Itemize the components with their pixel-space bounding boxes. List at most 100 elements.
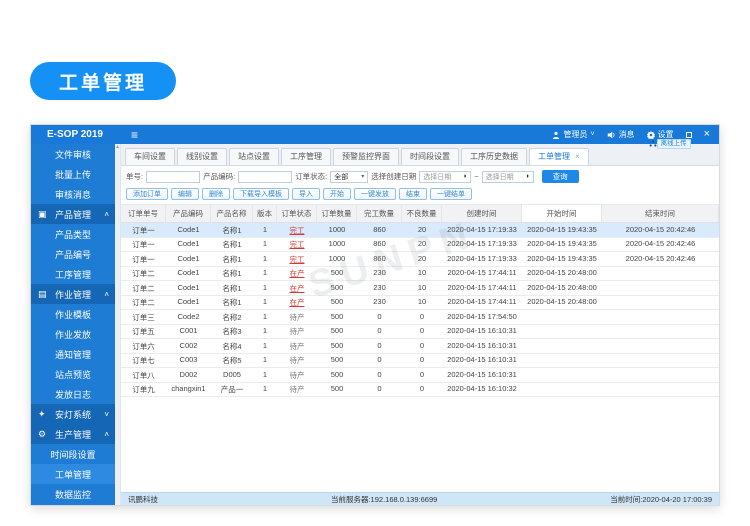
sidebar-item-生产管理[interactable]: ⚙生产管理˄ — [31, 424, 115, 444]
date-from-input[interactable]: 选择日期 ◗ — [419, 171, 471, 183]
toolbar-button-下载导入模板[interactable]: 下载导入模板 — [233, 188, 289, 200]
tab-工序历史数据[interactable]: 工序历史数据 — [461, 148, 527, 165]
restore-window-button[interactable] — [686, 132, 692, 138]
close-tab-icon[interactable]: × — [575, 153, 580, 161]
cell: 20 — [402, 252, 442, 266]
calendar-icon[interactable]: ◗ — [463, 173, 467, 180]
cell: 2020-04-15 17:44:11 — [442, 296, 522, 310]
toolbar-button-一键结单[interactable]: 一键结单 — [430, 188, 472, 200]
sidebar-item-工序管理[interactable]: 工序管理 — [31, 264, 115, 284]
sidebar-item-站点预览[interactable]: 站点预览 — [31, 364, 115, 384]
table-row[interactable]: 订单一Code1名称11完工1000860202020-04-15 17:19:… — [121, 252, 719, 267]
sidebar-item-发放日志[interactable]: 发放日志 — [31, 384, 115, 404]
job-doc-icon: ▤ — [38, 289, 47, 300]
column-header-开始时间[interactable]: 开始时间 — [522, 205, 602, 222]
table-row[interactable]: 订单九changxin1产品一1待产500002020-04-15 16:10:… — [121, 383, 719, 398]
hamburger-menu-icon[interactable]: ≡ — [131, 129, 138, 141]
close-window-button[interactable]: × — [704, 129, 710, 140]
column-header-订单单号[interactable]: 订单单号 — [121, 205, 166, 222]
sidebar-item-label: 站点预览 — [55, 368, 91, 381]
sidebar-item-通知管理[interactable]: 通知管理 — [31, 344, 115, 364]
calendar-icon[interactable]: ◗ — [525, 173, 529, 180]
sidebar-item-安灯系统[interactable]: ✦安灯系统˅ — [31, 404, 115, 424]
sidebar-item-label: 工序管理 — [55, 268, 91, 281]
sidebar-item-审核消息[interactable]: 审核消息 — [31, 184, 115, 204]
tab-工序管理[interactable]: 工序管理 — [281, 148, 331, 165]
andon-lamp-icon: ✦ — [38, 409, 46, 420]
table-row[interactable]: 订单三Code2名称21待产500002020-04-15 17:54:50 — [121, 310, 719, 325]
sidebar-item-工序历史数据[interactable]: 工序历史数据 — [31, 504, 115, 505]
tab-线别设置[interactable]: 线别设置 — [177, 148, 227, 165]
cell: 订单五 — [121, 325, 166, 339]
tab-车间设置[interactable]: 车间设置 — [125, 148, 175, 165]
order-status-select[interactable]: 全部 ▾ — [330, 171, 368, 183]
column-header-产品名称[interactable]: 产品名称 — [211, 205, 253, 222]
cell: 待产 — [277, 310, 317, 324]
tab-预警监控界面[interactable]: 预警监控界面 — [333, 148, 399, 165]
scroll-up-icon[interactable]: ▲ — [115, 144, 120, 150]
table-row[interactable]: 订单二Code1名称11在产500230102020-04-15 17:44:1… — [121, 296, 719, 311]
order-status-value: 全部 — [334, 172, 348, 182]
table-row[interactable]: 订单二Code1名称11在产500230102020-04-15 17:44:1… — [121, 281, 719, 296]
column-header-完工数量[interactable]: 完工数量 — [357, 205, 402, 222]
sidebar-item-作业发放[interactable]: 作业发放 — [31, 324, 115, 344]
sidebar-item-产品编号[interactable]: 产品编号 — [31, 244, 115, 264]
cell: 1 — [253, 354, 277, 368]
sidebar-item-时间段设置[interactable]: 时间段设置 — [31, 444, 115, 464]
sidebar-item-工单管理[interactable]: 工单管理 — [31, 464, 115, 484]
toolbar-button-导入[interactable]: 导入 — [292, 188, 320, 200]
sidebar-item-产品管理[interactable]: ▣产品管理˄ — [31, 204, 115, 224]
column-header-订单数量[interactable]: 订单数量 — [317, 205, 357, 222]
toolbar-button-结束[interactable]: 结束 — [399, 188, 427, 200]
column-header-不良数量[interactable]: 不良数量 — [402, 205, 442, 222]
sidebar-item-批量上传[interactable]: 批量上传 — [31, 164, 115, 184]
sidebar-item-数据监控[interactable]: 数据监控 — [31, 484, 115, 504]
messages-button[interactable]: 消息 — [607, 129, 635, 140]
select-caret-icon: ▾ — [361, 173, 364, 180]
sidebar-group-label: 安灯系统 — [55, 408, 91, 421]
cell: 待产 — [277, 325, 317, 339]
column-header-版本[interactable]: 版本 — [253, 205, 277, 222]
cell: 订单二 — [121, 296, 166, 310]
toolbar-button-编辑[interactable]: 编辑 — [171, 188, 199, 200]
tab-工单管理[interactable]: 工单管理× — [529, 148, 589, 165]
table-row[interactable]: 订单五C001名称31待产500002020-04-15 16:10:31 — [121, 325, 719, 340]
date-to-input[interactable]: 选择日期 ◗ — [482, 171, 534, 183]
column-header-创建时间[interactable]: 创建时间 — [442, 205, 522, 222]
column-header-结束时间[interactable]: 结束时间 — [602, 205, 719, 222]
sidebar-item-作业模板[interactable]: 作业模板 — [31, 304, 115, 324]
cell: C002 — [166, 339, 211, 353]
toolbar-button-一键发放[interactable]: 一键发放 — [354, 188, 396, 200]
orders-table: 订单单号产品编码产品名称版本订单状态订单数量完工数量不良数量创建时间开始时间结束… — [121, 204, 719, 397]
table-row[interactable]: 订单二Code1名称11在产500230102020-04-15 17:44:1… — [121, 267, 719, 282]
product-code-input[interactable] — [238, 171, 292, 183]
toolbar-button-添加订单[interactable]: 添加订单 — [126, 188, 168, 200]
cell: 0 — [357, 368, 402, 382]
tab-站点设置[interactable]: 站点设置 — [229, 148, 279, 165]
cell: 500 — [317, 368, 357, 382]
settings-button[interactable]: 设置 离线上传 — [647, 129, 674, 140]
cell: 名称3 — [211, 325, 253, 339]
cell: 1 — [253, 252, 277, 266]
table-row[interactable]: 订单一Code1名称11完工1000860202020-04-15 17:19:… — [121, 223, 719, 238]
work-order-management-button[interactable]: 工单管理 — [30, 62, 176, 100]
cell: 2020-04-15 20:48:00 — [522, 281, 602, 295]
query-button[interactable]: 查询 — [542, 170, 579, 183]
table-row[interactable]: 订单一Code1名称11完工1000860202020-04-15 17:19:… — [121, 238, 719, 253]
user-menu[interactable]: 管理员 ˅ — [552, 129, 594, 140]
table-row[interactable]: 订单八D002D0051待产500002020-04-15 16:10:31 — [121, 368, 719, 383]
tab-时间段设置[interactable]: 时间段设置 — [401, 148, 459, 165]
sidebar-item-作业管理[interactable]: ▤作业管理˄ — [31, 284, 115, 304]
column-header-产品编码[interactable]: 产品编码 — [166, 205, 211, 222]
sidebar-item-文件审核[interactable]: 文件审核 — [31, 144, 115, 164]
column-header-订单状态[interactable]: 订单状态 — [277, 205, 317, 222]
toolbar-button-删除[interactable]: 删除 — [202, 188, 230, 200]
sidebar-item-产品类型[interactable]: 产品类型 — [31, 224, 115, 244]
gear-icon — [647, 131, 655, 139]
cell: 订单三 — [121, 310, 166, 324]
table-row[interactable]: 订单六C002名称41待产500002020-04-15 16:10:31 — [121, 339, 719, 354]
table-row[interactable]: 订单七C003名称51待产500002020-04-15 16:10:31 — [121, 354, 719, 369]
order-no-input[interactable] — [146, 171, 200, 183]
toolbar-button-开始[interactable]: 开始 — [323, 188, 351, 200]
date-to-placeholder: 选择日期 — [486, 172, 514, 182]
